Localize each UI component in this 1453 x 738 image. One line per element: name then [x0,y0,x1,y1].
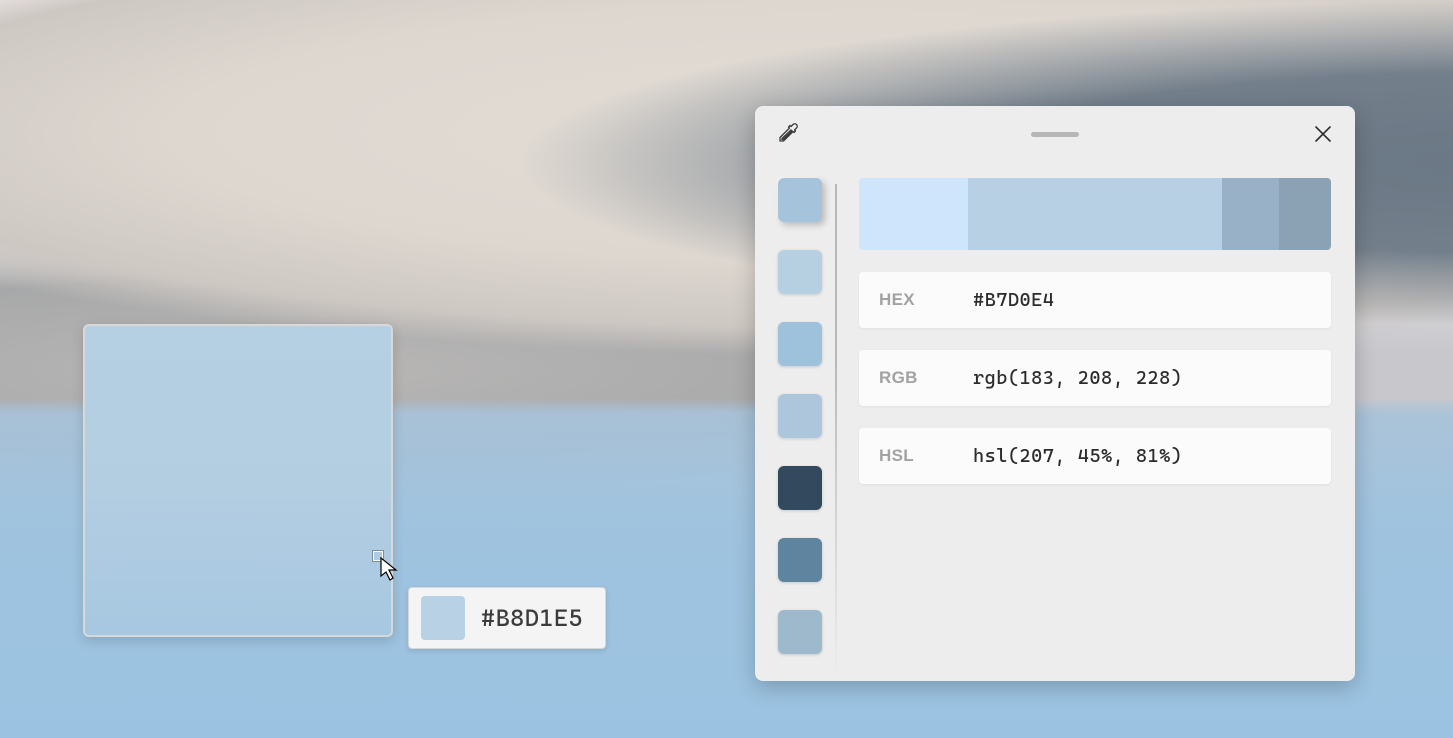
hex-value: #B7D0E4 [973,289,1054,311]
history-swatch[interactable] [778,250,822,294]
shade-segment[interactable] [1222,178,1279,250]
color-picker-panel: HEX #B7D0E4 RGB rgb(183, 208, 228) HSL h… [755,106,1355,681]
pixel-target-indicator [373,551,383,561]
rgb-row[interactable]: RGB rgb(183, 208, 228) [859,350,1331,406]
shade-segment[interactable] [859,178,968,250]
history-swatch[interactable] [778,466,822,510]
history-swatch[interactable] [778,322,822,366]
hover-swatch [421,596,465,640]
history-swatch[interactable] [778,610,822,654]
hover-hex-value: #B8D1E5 [481,604,583,632]
close-icon [1314,125,1332,143]
color-history-list [765,172,835,681]
shade-segment[interactable] [968,178,1223,250]
hex-label: HEX [879,290,973,310]
history-swatch[interactable] [778,394,822,438]
rgb-label: RGB [879,368,973,388]
eyedropper-icon [777,122,801,146]
hsl-row[interactable]: HSL hsl(207, 45%, 81%) [859,428,1331,484]
hsl-value: hsl(207, 45%, 81%) [973,445,1182,467]
panel-titlebar[interactable] [755,106,1355,162]
history-swatch[interactable] [778,538,822,582]
eyedropper-button[interactable] [773,118,805,150]
hsl-label: HSL [879,446,973,466]
hover-color-tooltip: #B8D1E5 [408,587,606,649]
drag-grip-icon[interactable] [1031,132,1079,137]
history-swatch[interactable] [778,178,822,222]
panel-body: HEX #B7D0E4 RGB rgb(183, 208, 228) HSL h… [755,162,1355,681]
shade-segment[interactable] [1279,178,1331,250]
hex-row[interactable]: HEX #B7D0E4 [859,272,1331,328]
close-button[interactable] [1305,116,1341,152]
rgb-value: rgb(183, 208, 228) [973,367,1182,389]
color-magnifier [83,324,393,637]
shade-strip[interactable] [859,178,1331,250]
color-detail: HEX #B7D0E4 RGB rgb(183, 208, 228) HSL h… [845,172,1335,681]
